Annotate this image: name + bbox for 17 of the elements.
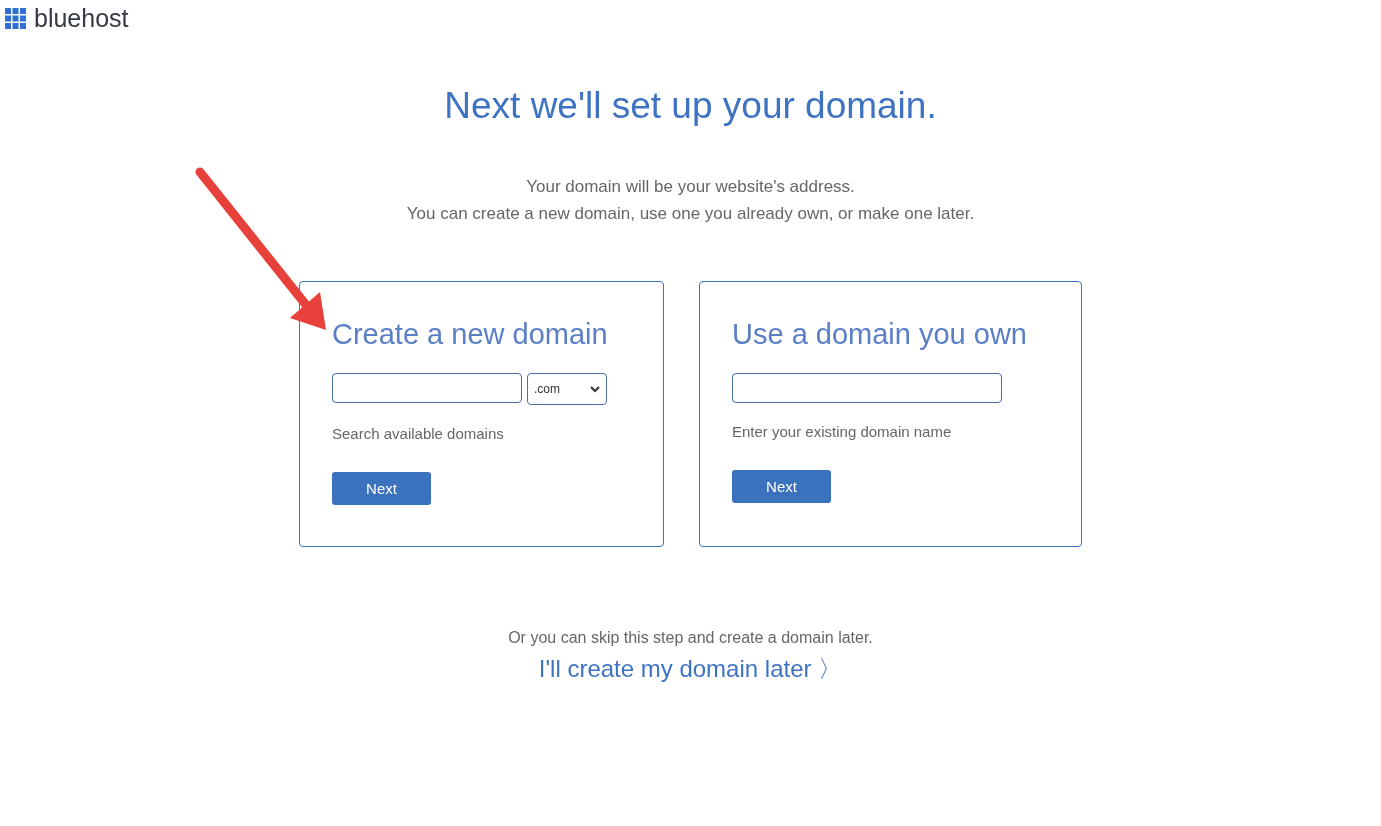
- page-heading: Next we'll set up your domain.: [444, 85, 937, 127]
- domain-input-field[interactable]: [732, 373, 1002, 403]
- next-button[interactable]: Next: [332, 472, 431, 505]
- chevron-down-icon: [590, 385, 600, 393]
- intro-text: You can create a new domain, use one you already own, or make one later.: [406, 204, 975, 224]
- domain-input-field[interactable]: [332, 373, 522, 403]
- skip-link[interactable]: I'll create my domain later 〉: [538, 653, 843, 685]
- field-hint: Enter your existing domain name: [732, 423, 953, 440]
- next-button[interactable]: Next: [732, 470, 831, 503]
- card-title: Use a domain you own: [732, 318, 1028, 351]
- grid-logo-icon: [5, 7, 27, 30]
- logo-text[interactable]: bluehost: [34, 4, 129, 33]
- skip-text: Or you can skip this step and create a domain later.: [508, 629, 873, 647]
- card-title: Create a new domain: [332, 318, 609, 351]
- intro-text: Your domain will be your website's address.: [525, 177, 856, 197]
- tld-select[interactable]: .com: [527, 373, 607, 405]
- field-hint: Search available domains: [332, 425, 505, 442]
